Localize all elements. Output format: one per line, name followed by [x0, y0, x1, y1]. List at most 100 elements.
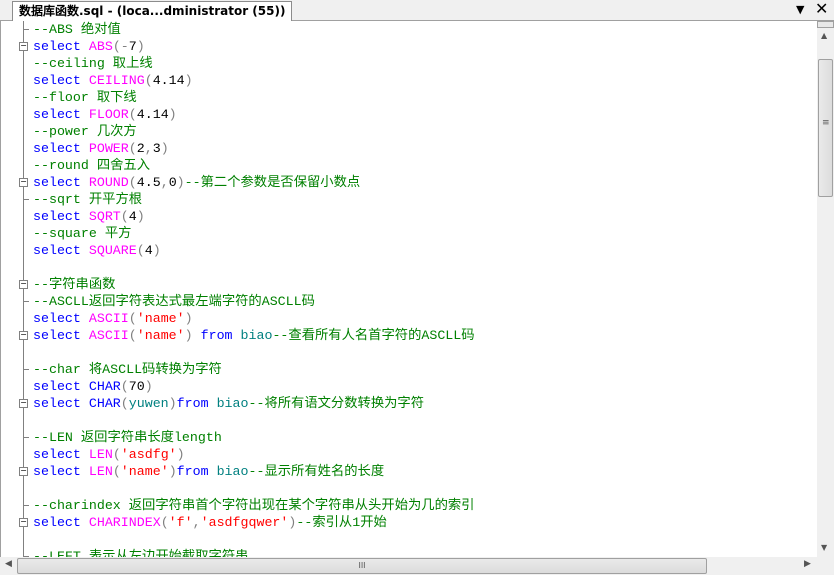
- operator-token: ): [152, 243, 161, 258]
- code-line[interactable]: select SQUARE(4): [33, 242, 161, 259]
- string-literal-token: 'name': [136, 328, 185, 343]
- keyword-token: select: [33, 243, 89, 258]
- keyword-token: select: [33, 209, 89, 224]
- keyword-token: select: [33, 464, 89, 479]
- vertical-scrollbar[interactable]: ▲ ≡ ▼: [817, 21, 834, 557]
- code-line[interactable]: --ASCLL返回字符表达式最左端字符的ASCLL码: [33, 293, 315, 310]
- number-token: 0: [168, 175, 177, 190]
- keyword-token: CHAR: [88, 396, 121, 411]
- fold-guide: [23, 21, 24, 557]
- code-line[interactable]: --LEFT 表示从左边开始截取字符串: [33, 548, 248, 557]
- number-token: 4.14: [136, 107, 169, 122]
- string-literal-token: 'asdfgqwer': [200, 515, 289, 530]
- code-line[interactable]: select ABS(-7): [33, 38, 145, 55]
- operator-token: ): [168, 396, 177, 411]
- keyword-token: from: [176, 464, 217, 479]
- code-line[interactable]: --ceiling 取上线: [33, 55, 153, 72]
- string-literal-token: 'asdfg': [120, 447, 177, 462]
- fold-end-marker: [24, 29, 29, 30]
- fold-collapse-icon[interactable]: −: [19, 178, 28, 187]
- code-line[interactable]: --floor 取下线: [33, 89, 137, 106]
- code-line[interactable]: select LEN('name')from biao--显示所有姓名的长度: [33, 463, 384, 480]
- code-line[interactable]: --charindex 返回字符串首个字符出现在某个字符串从头开始为几的索引: [33, 497, 474, 514]
- function-name-token: SQRT: [88, 209, 121, 224]
- comment-token: --ceiling 取上线: [33, 56, 153, 71]
- tab-document[interactable]: 数据库函数.sql - (loca...dministrator (55)): [12, 1, 293, 21]
- comment-token: --floor 取下线: [33, 90, 137, 105]
- scroll-up-icon[interactable]: ▲: [821, 31, 827, 40]
- identifier-token: yuwen: [128, 396, 169, 411]
- function-name-token: CHARINDEX: [88, 515, 161, 530]
- code-line[interactable]: select LEN('asdfg'): [33, 446, 185, 463]
- fold-collapse-icon[interactable]: −: [19, 280, 28, 289]
- code-line[interactable]: select POWER(2,3): [33, 140, 169, 157]
- split-handle[interactable]: [817, 21, 834, 28]
- number-token: 2: [136, 141, 145, 156]
- function-name-token: ABS: [88, 39, 113, 54]
- horizontal-scroll-thumb[interactable]: III: [17, 558, 707, 574]
- code-line[interactable]: select CHARINDEX('f','asdfgqwer')--索引从1开…: [33, 514, 387, 531]
- keyword-token: select: [33, 39, 89, 54]
- operator-token: (: [120, 379, 129, 394]
- fold-collapse-icon[interactable]: −: [19, 467, 28, 476]
- operator-token: ): [184, 73, 193, 88]
- string-literal-token: 'f': [168, 515, 193, 530]
- operator-token: (: [120, 396, 129, 411]
- operator-token: ): [176, 175, 185, 190]
- operator-token: ): [160, 141, 169, 156]
- function-name-token: POWER: [88, 141, 129, 156]
- code-line[interactable]: select ROUND(4.5,0)--第二个参数是否保留小数点: [33, 174, 360, 191]
- keyword-token: select: [33, 328, 89, 343]
- function-name-token: ASCII: [88, 311, 129, 326]
- scroll-right-icon[interactable]: ▶: [804, 559, 811, 569]
- dropdown-icon[interactable]: ▼: [796, 3, 804, 16]
- function-name-token: CEILING: [88, 73, 145, 88]
- keyword-token: CHAR: [88, 379, 121, 394]
- scroll-left-icon[interactable]: ◀: [5, 559, 12, 569]
- scroll-down-icon[interactable]: ▼: [821, 543, 827, 552]
- keyword-token: from: [176, 396, 217, 411]
- close-icon[interactable]: ✕: [815, 0, 828, 18]
- code-line[interactable]: select SQRT(4): [33, 208, 145, 225]
- code-line[interactable]: --char 将ASCLL码转换为字符: [33, 361, 222, 378]
- code-line[interactable]: --square 平方: [33, 225, 131, 242]
- comment-token: --显示所有姓名的长度: [248, 464, 385, 479]
- keyword-token: select: [33, 141, 89, 156]
- code-line[interactable]: --LEN 返回字符串长度length: [33, 429, 222, 446]
- operator-token: ): [184, 328, 201, 343]
- code-line[interactable]: --power 几次方: [33, 123, 137, 140]
- code-line[interactable]: select CHAR(yuwen)from biao--将所有语文分数转换为字…: [33, 395, 424, 412]
- keyword-token: from: [200, 328, 241, 343]
- operator-token: ,: [144, 141, 153, 156]
- function-name-token: LEN: [88, 464, 113, 479]
- operator-token: ): [184, 311, 193, 326]
- code-line[interactable]: select ASCII('name') from biao--查看所有人名首字…: [33, 327, 475, 344]
- keyword-token: select: [33, 379, 89, 394]
- number-token: 3: [152, 141, 161, 156]
- code-line[interactable]: select CEILING(4.14): [33, 72, 193, 89]
- code-line[interactable]: --round 四舍五入: [33, 157, 150, 174]
- operator-token: (: [120, 209, 129, 224]
- number-token: 4.14: [152, 73, 185, 88]
- string-literal-token: 'name': [120, 464, 169, 479]
- fold-collapse-icon[interactable]: −: [19, 399, 28, 408]
- comment-token: --LEFT 表示从左边开始截取字符串: [33, 549, 249, 557]
- code-line[interactable]: select FLOOR(4.14): [33, 106, 177, 123]
- vertical-scroll-thumb[interactable]: ≡: [818, 59, 833, 197]
- fold-collapse-icon[interactable]: −: [19, 42, 28, 51]
- fold-collapse-icon[interactable]: −: [19, 331, 28, 340]
- operator-token: ): [136, 39, 145, 54]
- number-token: 7: [128, 39, 137, 54]
- code-line[interactable]: select CHAR(70): [33, 378, 153, 395]
- code-editor[interactable]: --ABS 绝对值 select ABS(-7) − --ceiling 取上线 sel…: [0, 21, 818, 557]
- keyword-token: select: [33, 107, 89, 122]
- fold-collapse-icon[interactable]: −: [19, 518, 28, 527]
- keyword-token: select: [33, 175, 89, 190]
- code-line[interactable]: --sqrt 开平方根: [33, 191, 142, 208]
- code-line[interactable]: select ASCII('name'): [33, 310, 193, 327]
- comment-token: --ABS 绝对值: [33, 22, 121, 37]
- horizontal-scrollbar[interactable]: ◀ III ▶: [0, 557, 817, 575]
- code-line[interactable]: --字符串函数: [33, 276, 115, 293]
- operator-token: (: [128, 141, 137, 156]
- code-line[interactable]: --ABS 绝对值: [33, 21, 121, 38]
